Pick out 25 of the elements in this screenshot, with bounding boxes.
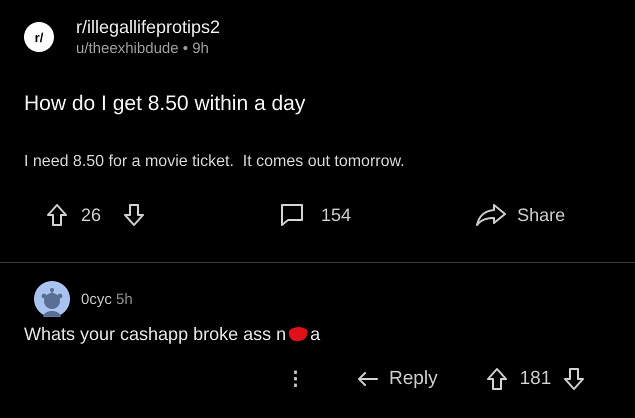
downvote-icon[interactable] bbox=[563, 367, 586, 391]
comment-text: a bbox=[310, 324, 320, 344]
comment-count: 154 bbox=[321, 204, 352, 226]
subreddit-icon[interactable]: r/ bbox=[24, 22, 54, 52]
downvote-icon[interactable] bbox=[123, 203, 146, 227]
avatar-icon[interactable] bbox=[34, 281, 70, 317]
post-body: I need 8.50 for a movie ticket. It comes out tomorrow. bbox=[24, 153, 406, 171]
post-author[interactable]: u/theexhibdude bbox=[76, 40, 179, 57]
vote-count: 26 bbox=[81, 204, 102, 226]
reply-icon[interactable] bbox=[357, 370, 379, 388]
vote-count: 181 bbox=[520, 368, 552, 390]
comment-text: Whats your cashapp broke ass n bbox=[24, 324, 286, 344]
subreddit-name[interactable]: r/illegallifeprotips2 bbox=[76, 17, 220, 38]
post-title: How do I get 8.50 within a day bbox=[24, 92, 306, 116]
upvote-icon[interactable] bbox=[46, 203, 68, 227]
share-button[interactable]: Share bbox=[517, 204, 566, 226]
upvote-icon[interactable] bbox=[486, 367, 508, 391]
more-options-button[interactable]: ⋮ bbox=[286, 367, 305, 391]
reply-button[interactable]: Reply bbox=[389, 368, 438, 390]
separator-dot: • bbox=[182, 40, 188, 57]
comment-age: 5h bbox=[116, 290, 133, 308]
comment-author[interactable]: 0cyc bbox=[81, 290, 112, 308]
comment-icon[interactable] bbox=[279, 203, 306, 227]
share-icon[interactable] bbox=[475, 203, 508, 227]
post-age: 9h bbox=[192, 40, 209, 57]
